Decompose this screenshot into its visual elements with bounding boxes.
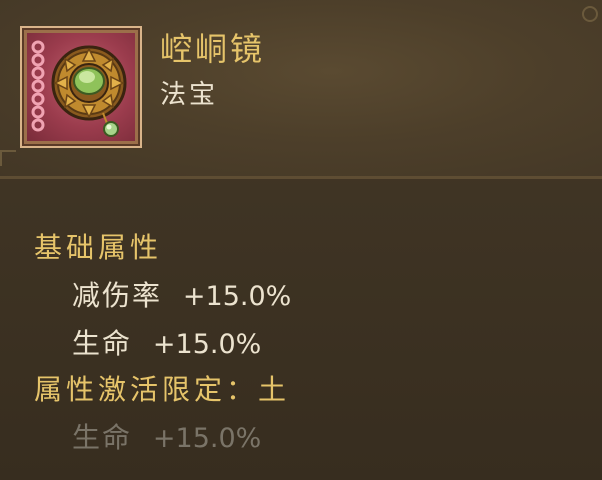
- attribute-value: +15.0%: [152, 329, 262, 360]
- activation-requirement-title: 属性激活限定：土: [34, 373, 291, 406]
- attribute-value: +15.0%: [152, 423, 262, 454]
- attribute-row-hp-inactive: 生命 +15.0%: [72, 416, 261, 456]
- attribute-row-hp: 生命 +15.0%: [72, 322, 261, 362]
- attribute-row-damage-reduction: 减伤率 +15.0%: [72, 274, 291, 314]
- basic-attributes-title: 基础属性: [34, 231, 163, 264]
- attribute-name: 生命: [72, 421, 133, 454]
- attribute-name: 生命: [72, 327, 133, 360]
- corner-ornament-icon: [0, 150, 16, 166]
- attribute-name: 减伤率: [72, 279, 163, 312]
- header-divider: [0, 176, 602, 179]
- bronze-mirror-jade-icon: [27, 33, 135, 141]
- item-tooltip-panel: 崆峒镜 法宝 基础属性 减伤率 +15.0% 生命 +15.0% 属性激活限定：…: [0, 0, 602, 480]
- attribute-value: +15.0%: [182, 281, 292, 312]
- item-type: 法宝: [160, 80, 219, 110]
- corner-ornament-icon: [582, 6, 598, 22]
- item-name: 崆峒镜: [160, 30, 266, 68]
- item-icon-frame[interactable]: [20, 26, 142, 148]
